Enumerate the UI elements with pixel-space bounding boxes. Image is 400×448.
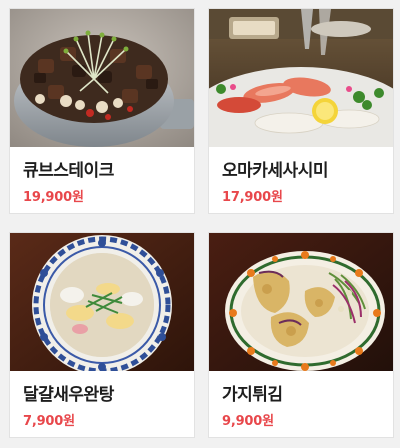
menu-grid: 큐브스테이크 19,900원 오마카세사시미 17,900원 달걀새우완탕 7,… <box>0 0 400 448</box>
menu-item-name: 달걀새우완탕 <box>23 385 114 405</box>
menu-card-cube-steak[interactable]: 큐브스테이크 19,900원 <box>9 8 195 214</box>
menu-item-photo[interactable] <box>209 233 393 371</box>
menu-item-price: 19,900원 <box>23 190 84 205</box>
menu-item-name: 큐브스테이크 <box>23 161 114 181</box>
menu-item-price: 9,900원 <box>222 414 274 429</box>
menu-item-photo[interactable] <box>10 233 194 371</box>
menu-item-name: 가지튀김 <box>222 385 283 405</box>
menu-item-price: 7,900원 <box>23 414 75 429</box>
menu-card-fried-eggplant[interactable]: 가지튀김 9,900원 <box>208 232 394 438</box>
menu-card-egg-shrimp-wonton[interactable]: 달걀새우완탕 7,900원 <box>9 232 195 438</box>
fried-eggplant-image <box>209 233 393 371</box>
egg-shrimp-wonton-soup-image <box>10 233 194 371</box>
menu-item-name: 오마카세사시미 <box>222 161 328 181</box>
menu-item-photo[interactable] <box>10 9 194 147</box>
cube-steak-image <box>10 9 194 147</box>
menu-card-omakase-sashimi[interactable]: 오마카세사시미 17,900원 <box>208 8 394 214</box>
omakase-sashimi-image <box>209 9 393 147</box>
menu-item-photo[interactable] <box>209 9 393 147</box>
menu-item-price: 17,900원 <box>222 190 283 205</box>
